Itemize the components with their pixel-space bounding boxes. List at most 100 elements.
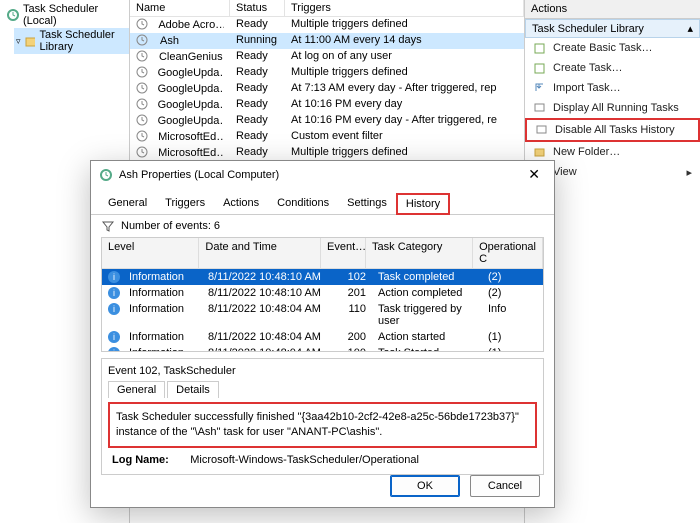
close-button[interactable]: ✕ [522, 166, 546, 183]
col-operational[interactable]: Operational C [473, 238, 543, 268]
row-category: Task completed [372, 269, 482, 285]
info-icon: i [108, 287, 120, 299]
table-row[interactable]: CleanGeniusReadyAt log on of any user [130, 49, 524, 65]
action-item-disable-all-tasks-history[interactable]: Disable All Tasks History [525, 118, 700, 142]
action-label: New Folder… [553, 146, 620, 158]
tab-actions[interactable]: Actions [214, 193, 268, 215]
action-item-import-task[interactable]: Import Task… [525, 78, 700, 98]
event-tab-general[interactable]: General [108, 381, 165, 398]
tab-conditions[interactable]: Conditions [268, 193, 338, 215]
action-icon [533, 101, 547, 115]
history-row[interactable]: iInformation8/11/2022 10:48:10 AM102Task… [102, 269, 543, 285]
table-row[interactable]: MicrosoftEd…ReadyMultiple triggers defin… [130, 145, 524, 161]
event-title: Event 102, TaskScheduler [108, 363, 537, 381]
tab-general[interactable]: General [99, 193, 156, 215]
tab-history[interactable]: History [396, 193, 450, 215]
col-date[interactable]: Date and Time [199, 238, 321, 268]
action-icon [533, 41, 547, 55]
tab-settings[interactable]: Settings [338, 193, 396, 215]
row-event: 110 [327, 301, 372, 329]
col-event[interactable]: Event… [321, 238, 366, 268]
actions-group-label: Task Scheduler Library [532, 23, 644, 35]
task-name: Ash [154, 34, 185, 48]
task-status: Ready [230, 113, 285, 129]
dialog-tabs: GeneralTriggersActionsConditionsSettings… [91, 192, 554, 215]
col-category[interactable]: Task Category [366, 238, 473, 268]
row-date: 8/11/2022 10:48:04 AM [202, 345, 327, 352]
table-row[interactable]: GoogleUpda… ReadyMultiple triggers define… [130, 65, 524, 81]
task-name: CleanGenius [153, 50, 224, 64]
history-row[interactable]: iInformation8/11/2022 10:48:10 AM201Acti… [102, 285, 543, 301]
info-icon: i [108, 303, 120, 315]
task-trigger: Multiple triggers defined [285, 65, 524, 81]
history-row[interactable]: iInformation8/11/2022 10:48:04 AM200Acti… [102, 329, 543, 345]
row-category: Task Started [372, 345, 482, 352]
action-icon [535, 123, 549, 137]
col-triggers[interactable]: Triggers [285, 0, 524, 16]
actions-group[interactable]: Task Scheduler Library ▴ [525, 19, 700, 38]
row-level: Information [123, 345, 190, 352]
table-row[interactable]: MicrosoftEd… ReadyCustom event filter [130, 129, 524, 145]
actions-title: Actions [525, 0, 700, 19]
tree-root[interactable]: Task Scheduler (Local) [4, 2, 129, 28]
action-icon [533, 61, 547, 75]
action-label: Create Basic Task… [553, 42, 652, 54]
row-level: Information [123, 301, 190, 317]
action-item-create-task[interactable]: Create Task… [525, 58, 700, 78]
task-name: MicrosoftEd… [152, 130, 224, 144]
tab-triggers[interactable]: Triggers [156, 193, 214, 215]
task-status: Ready [230, 129, 285, 145]
ok-button[interactable]: OK [390, 475, 460, 497]
col-level[interactable]: Level [102, 238, 199, 268]
row-event: 102 [327, 269, 372, 285]
events-count: Number of events: 6 [121, 220, 220, 232]
row-date: 8/11/2022 10:48:04 AM [202, 301, 327, 329]
history-row[interactable]: iInformation8/11/2022 10:48:04 AM100Task… [102, 345, 543, 352]
table-row[interactable]: GoogleUpda…ReadyAt 7:13 AM every day - A… [130, 81, 524, 97]
task-name: GoogleUpda… [152, 114, 224, 128]
filter-icon[interactable] [101, 219, 115, 233]
task-trigger: Custom event filter [285, 129, 524, 145]
task-status: Ready [230, 145, 285, 161]
action-label: Import Task… [553, 82, 621, 94]
clock-icon [136, 82, 148, 96]
event-message: Task Scheduler successfully finished "{3… [108, 402, 537, 448]
row-level: Information [123, 269, 190, 285]
row-operational: Info [482, 301, 543, 329]
tasks-header: Name Status Triggers [130, 0, 524, 17]
dialog-titlebar[interactable]: Ash Properties (Local Computer) ✕ [91, 161, 554, 188]
info-icon: i [108, 271, 120, 283]
task-status: Ready [230, 17, 285, 33]
task-name: Adobe Acro… [152, 18, 224, 32]
row-operational: (1) [482, 345, 543, 352]
task-trigger: At 7:13 AM every day - After triggered, … [285, 81, 524, 97]
task-name: GoogleUpda… [152, 66, 224, 80]
table-row[interactable]: Adobe Acro…ReadyMultiple triggers define… [130, 17, 524, 33]
action-label: View [553, 166, 577, 178]
action-item-new-folder[interactable]: New Folder… [525, 142, 700, 162]
tree-library[interactable]: ▿ Task Scheduler Library [14, 28, 129, 54]
action-item-create-basic-task[interactable]: Create Basic Task… [525, 38, 700, 58]
clock-icon [136, 114, 148, 128]
task-status: Ready [230, 65, 285, 81]
dialog-buttons: OK Cancel [390, 475, 540, 497]
row-date: 8/11/2022 10:48:10 AM [202, 285, 327, 301]
row-category: Task triggered by user [372, 301, 482, 329]
action-icon [533, 81, 547, 95]
col-status[interactable]: Status [230, 0, 285, 16]
table-row[interactable]: AshRunningAt 11:00 AM every 14 days [130, 33, 524, 49]
row-event: 201 [327, 285, 372, 301]
task-trigger: Multiple triggers defined [285, 145, 524, 161]
history-row[interactable]: iInformation 8/11/2022 10:48:04 AM110Task… [102, 301, 543, 329]
event-tab-details[interactable]: Details [167, 381, 219, 398]
task-name: GoogleUpda… [152, 82, 224, 96]
table-row[interactable]: GoogleUpda…ReadyAt 10:16 PM every day - … [130, 113, 524, 129]
folder-icon [25, 34, 36, 48]
tree-library-label: Task Scheduler Library [39, 29, 127, 53]
col-name[interactable]: Name [130, 0, 230, 16]
table-row[interactable]: GoogleUpda…ReadyAt 10:16 PM every day [130, 97, 524, 113]
action-item-display-all-running-tasks[interactable]: Display All Running Tasks [525, 98, 700, 118]
properties-dialog: Ash Properties (Local Computer) ✕ Genera… [90, 160, 555, 508]
cancel-button[interactable]: Cancel [470, 475, 540, 497]
event-log: Log Name: Microsoft-Windows-TaskSchedule… [108, 448, 537, 466]
